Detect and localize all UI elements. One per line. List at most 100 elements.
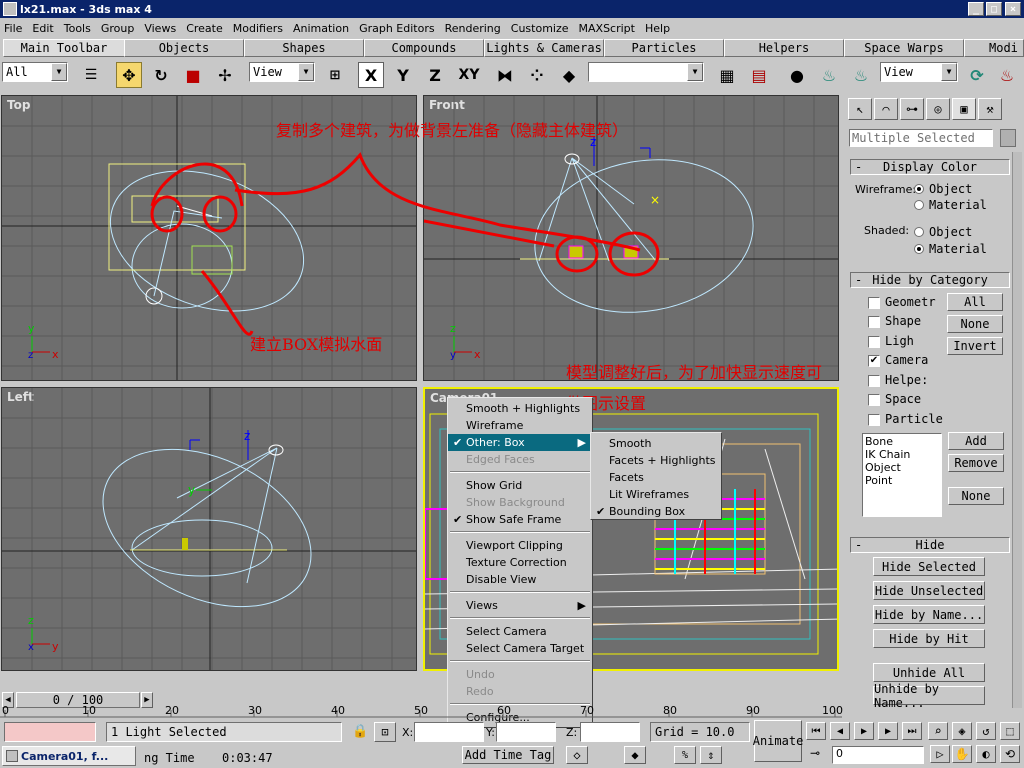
angle-snap-icon[interactable]: ◆ xyxy=(624,746,646,764)
category-none-button[interactable]: None xyxy=(947,315,1003,333)
motion-tab-icon[interactable]: ◎ xyxy=(926,98,950,120)
current-frame-field[interactable]: 0 xyxy=(832,746,924,764)
hide-by-category-rollout-header[interactable]: - Hide by Category xyxy=(850,272,1010,288)
hierarchy-tab-icon[interactable]: ⊶ xyxy=(900,98,924,120)
snap-toggle-icon[interactable]: ◇ xyxy=(566,746,588,764)
prev-frame-icon[interactable]: ◀ xyxy=(830,722,850,740)
submenu-item-facets[interactable]: Facets xyxy=(591,469,721,486)
menu-customize[interactable]: Customize xyxy=(511,22,569,35)
selection-color-swatch[interactable] xyxy=(1000,129,1016,147)
submenu-item-smooth[interactable]: Smooth xyxy=(591,435,721,452)
hide-shape-checkbox[interactable] xyxy=(868,316,880,328)
tab-lights-cameras[interactable]: Lights & Cameras xyxy=(484,39,604,57)
hide-rollout-header[interactable]: - Hide xyxy=(850,537,1010,553)
hide-helpers-checkbox[interactable] xyxy=(868,375,880,387)
menu-animation[interactable]: Animation xyxy=(293,22,349,35)
axis-x-button[interactable]: X xyxy=(358,62,384,88)
display-color-rollout-header[interactable]: - Display Color xyxy=(850,159,1010,175)
menu-views[interactable]: Views xyxy=(144,22,176,35)
shaded-object-radio[interactable] xyxy=(914,227,924,237)
lock-selection-icon[interactable]: 🔒 xyxy=(352,724,368,739)
mirror-icon[interactable]: ⧓ xyxy=(492,62,518,88)
tab-objects[interactable]: Objects xyxy=(124,39,244,57)
rotate-icon[interactable]: ↻ xyxy=(148,62,174,88)
axis-z-button[interactable]: Z xyxy=(422,62,448,88)
menu-item-show-grid[interactable]: Show Grid xyxy=(448,477,592,494)
list-item[interactable]: IK Chain Object xyxy=(865,448,939,474)
array-icon[interactable]: ⁘ xyxy=(524,62,550,88)
axis-y-button[interactable]: Y xyxy=(390,62,416,88)
menu-item-edged-faces[interactable]: Edged Faces xyxy=(448,451,592,468)
pan-icon[interactable]: ✋ xyxy=(952,745,972,763)
x-coord-field[interactable] xyxy=(414,722,484,742)
menu-file[interactable]: File xyxy=(4,22,22,35)
material-editor-icon[interactable]: ● xyxy=(784,62,810,88)
submenu-item-bounding-box[interactable]: ✔ Bounding Box xyxy=(591,503,721,520)
command-panel-scrollbar[interactable] xyxy=(1012,152,1022,708)
spinner-snap-icon[interactable]: ⇕ xyxy=(700,746,722,764)
submenu-item-lit-wireframes[interactable]: Lit Wireframes xyxy=(591,486,721,503)
hide-selected-button[interactable]: Hide Selected xyxy=(873,557,985,576)
layers-icon[interactable]: ▦ xyxy=(714,62,740,88)
hide-unselected-button[interactable]: Hide Unselected xyxy=(873,581,985,600)
hide-particles-checkbox[interactable] xyxy=(868,414,880,426)
quick-render-icon[interactable]: ♨ xyxy=(848,62,874,88)
menu-item-texture-correction[interactable]: Texture Correction xyxy=(448,554,592,571)
menu-tools[interactable]: Tools xyxy=(64,22,91,35)
tab-compounds[interactable]: Compounds xyxy=(364,39,484,57)
taskbar-item-camera[interactable]: Camera01, f... xyxy=(2,746,136,766)
menu-item-wireframe[interactable]: Wireframe xyxy=(448,417,592,434)
named-selection-dropdown[interactable]: ▼ xyxy=(588,62,704,82)
hide-by-hit-button[interactable]: Hide by Hit xyxy=(873,629,985,648)
tab-modifiers[interactable]: Modi xyxy=(964,39,1024,57)
field-of-view-icon[interactable]: ◐ xyxy=(976,745,996,763)
viewport-left[interactable]: Left z y z x y xyxy=(1,387,417,671)
render-scene-icon[interactable]: ♨ xyxy=(816,62,842,88)
reference-coordinate-dropdown[interactable]: View ▼ xyxy=(249,62,315,82)
absolute-mode-icon[interactable]: ⊡ xyxy=(374,722,396,742)
category-list-none-button[interactable]: None xyxy=(948,487,1004,505)
shaded-material-radio[interactable] xyxy=(914,244,924,254)
select-object-icon[interactable]: ▷ xyxy=(930,745,950,763)
teapot-icon[interactable]: ♨ xyxy=(994,62,1020,88)
animate-button[interactable]: Animate xyxy=(753,720,803,762)
hide-by-name-button[interactable]: Hide by Name... xyxy=(873,605,985,624)
display-tab-icon[interactable]: ▣ xyxy=(952,98,976,120)
close-button[interactable]: × xyxy=(1005,2,1021,16)
percent-snap-icon[interactable]: % xyxy=(674,746,696,764)
tab-helpers[interactable]: Helpers xyxy=(724,39,844,57)
wireframe-material-radio[interactable] xyxy=(914,200,924,210)
menu-modifiers[interactable]: Modifiers xyxy=(233,22,283,35)
list-item[interactable]: Bone xyxy=(865,435,939,448)
category-invert-button[interactable]: Invert xyxy=(947,337,1003,355)
orbit-icon[interactable]: ⟲ xyxy=(1000,745,1020,763)
pivot-center-icon[interactable]: ⊞ xyxy=(322,62,348,88)
axis-xy-button[interactable]: XY xyxy=(454,62,484,88)
menu-item-select-camera-target[interactable]: Select Camera Target xyxy=(448,640,592,657)
menu-edit[interactable]: Edit xyxy=(32,22,53,35)
menu-item-smooth-highlights[interactable]: Smooth + Highlights xyxy=(448,400,592,417)
render-last-icon[interactable]: ⟳ xyxy=(964,62,990,88)
menu-create[interactable]: Create xyxy=(186,22,223,35)
maximize-button[interactable]: □ xyxy=(986,2,1002,16)
select-by-name-icon[interactable]: ☰ xyxy=(78,62,104,88)
zoom-all-icon[interactable]: ◈ xyxy=(952,722,972,740)
go-to-end-icon[interactable]: ⏭ xyxy=(902,722,922,740)
menu-item-views[interactable]: Views ▶ xyxy=(448,597,592,614)
hide-lights-checkbox[interactable] xyxy=(868,336,880,348)
menu-maxscript[interactable]: MAXScript xyxy=(579,22,635,35)
maxscript-listener-field[interactable] xyxy=(4,722,96,742)
category-remove-button[interactable]: Remove xyxy=(948,454,1004,472)
menu-item-show-safe-frame[interactable]: ✔ Show Safe Frame xyxy=(448,511,592,528)
menu-rendering[interactable]: Rendering xyxy=(445,22,501,35)
scale-icon[interactable]: ■ xyxy=(180,62,206,88)
selection-name-field[interactable]: Multiple Selected xyxy=(849,129,993,147)
go-to-start-icon[interactable]: ⏮ xyxy=(806,722,826,740)
align-icon[interactable]: ◆ xyxy=(556,62,582,88)
menu-item-select-camera[interactable]: Select Camera xyxy=(448,623,592,640)
category-list[interactable]: Bone IK Chain Object Point xyxy=(862,433,942,517)
render-type-dropdown[interactable]: View ▼ xyxy=(880,62,958,82)
minimize-button[interactable]: _ xyxy=(968,2,984,16)
next-frame-icon[interactable]: ▶ xyxy=(878,722,898,740)
submenu-item-facets-highlights[interactable]: Facets + Highlights xyxy=(591,452,721,469)
